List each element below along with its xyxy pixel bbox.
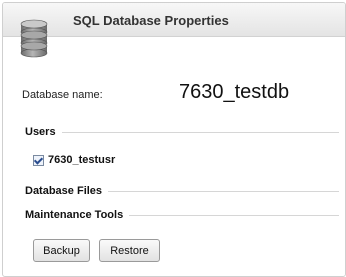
maintenance-tools-section-header[interactable]: Maintenance Tools: [25, 209, 339, 221]
panel-header: SQL Database Properties: [3, 3, 345, 37]
user-name: 7630_testusr: [48, 154, 116, 166]
backup-button[interactable]: Backup: [33, 239, 90, 262]
section-divider: [108, 190, 339, 192]
database-name-label: Database name:: [22, 89, 103, 101]
section-divider: [61, 131, 339, 133]
users-section-header: Users: [25, 126, 339, 138]
panel-title: SQL Database Properties: [73, 13, 229, 28]
properties-panel: SQL Database Properties Database name: 7…: [2, 2, 346, 277]
database-icon: [20, 19, 48, 58]
database-files-section-title: Database Files: [25, 185, 103, 197]
users-section-title: Users: [25, 126, 56, 138]
database-name-value: 7630_testdb: [179, 81, 290, 103]
maintenance-tools-section-title: Maintenance Tools: [25, 209, 124, 221]
database-files-section-header[interactable]: Database Files: [25, 185, 339, 197]
section-divider: [129, 214, 339, 216]
restore-button[interactable]: Restore: [99, 239, 160, 262]
user-checkbox[interactable]: [33, 154, 44, 166]
user-item[interactable]: 7630_testusr: [33, 154, 115, 166]
